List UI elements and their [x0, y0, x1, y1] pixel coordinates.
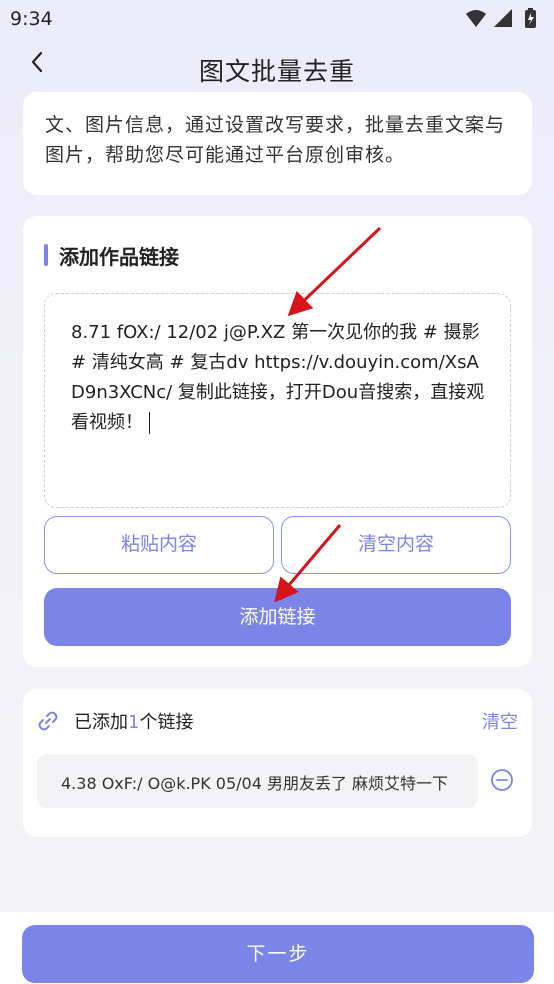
bottom-bar: 下一步 — [0, 912, 554, 984]
added-count: 1 — [128, 712, 140, 733]
page-title: 图文批量去重 — [198, 57, 355, 86]
status-bar: 9:34 — [0, 0, 554, 38]
battery-charging-icon — [525, 8, 536, 28]
clear-content-button[interactable]: 清空内容 — [281, 516, 511, 574]
link-input-text[interactable]: 8.71 fOX:/ 12/02 j@P.XZ 第一次见你的我 # 摄影 # 清… — [71, 318, 491, 438]
added-links-card: 已添加1个链接 清空 4.38 OxF:/ O@k.PK 05/04 男朋友丢了… — [23, 689, 532, 837]
add-link-card: 添加作品链接 8.71 fOX:/ 12/02 j@P.XZ 第一次见你的我 #… — [23, 216, 532, 667]
paste-button[interactable]: 粘贴内容 — [44, 516, 274, 574]
status-icons — [466, 8, 536, 28]
next-step-button[interactable]: 下一步 — [22, 925, 534, 983]
minus-circle-icon[interactable] — [490, 768, 514, 792]
intro-card: 文、图片信息，通过设置改写要求，批量去重文案与图片，帮助您尽可能通过平台原创审核… — [23, 92, 532, 195]
intro-description: 文、图片信息，通过设置改写要求，批量去重文案与图片，帮助您尽可能通过平台原创审核… — [45, 114, 506, 166]
list-item-text: 4.38 OxF:/ O@k.PK 05/04 男朋友丢了 麻烦艾特一下 — [61, 774, 449, 793]
add-link-button[interactable]: 添加链接 — [44, 588, 511, 646]
added-suffix: 个链接 — [139, 712, 194, 733]
link-input-value: 8.71 fOX:/ 12/02 j@P.XZ 第一次见你的我 # 摄影 # 清… — [71, 322, 485, 433]
link-icon — [38, 711, 58, 731]
section-title: 添加作品链接 — [59, 245, 179, 269]
list-item: 4.38 OxF:/ O@k.PK 05/04 男朋友丢了 麻烦艾特一下 — [37, 754, 478, 808]
text-caret — [149, 412, 150, 434]
status-time: 9:34 — [10, 8, 53, 30]
signal-icon — [494, 9, 512, 27]
clear-all-button[interactable]: 清空 — [482, 708, 518, 734]
added-prefix: 已添加 — [74, 712, 128, 733]
wifi-icon — [466, 10, 486, 27]
link-input-textarea[interactable]: 8.71 fOX:/ 12/02 j@P.XZ 第一次见你的我 # 摄影 # 清… — [44, 293, 511, 508]
section-accent-bar — [44, 244, 48, 266]
nav-header: 图文批量去重 — [0, 38, 554, 98]
added-count-label: 已添加1个链接 — [74, 708, 193, 734]
